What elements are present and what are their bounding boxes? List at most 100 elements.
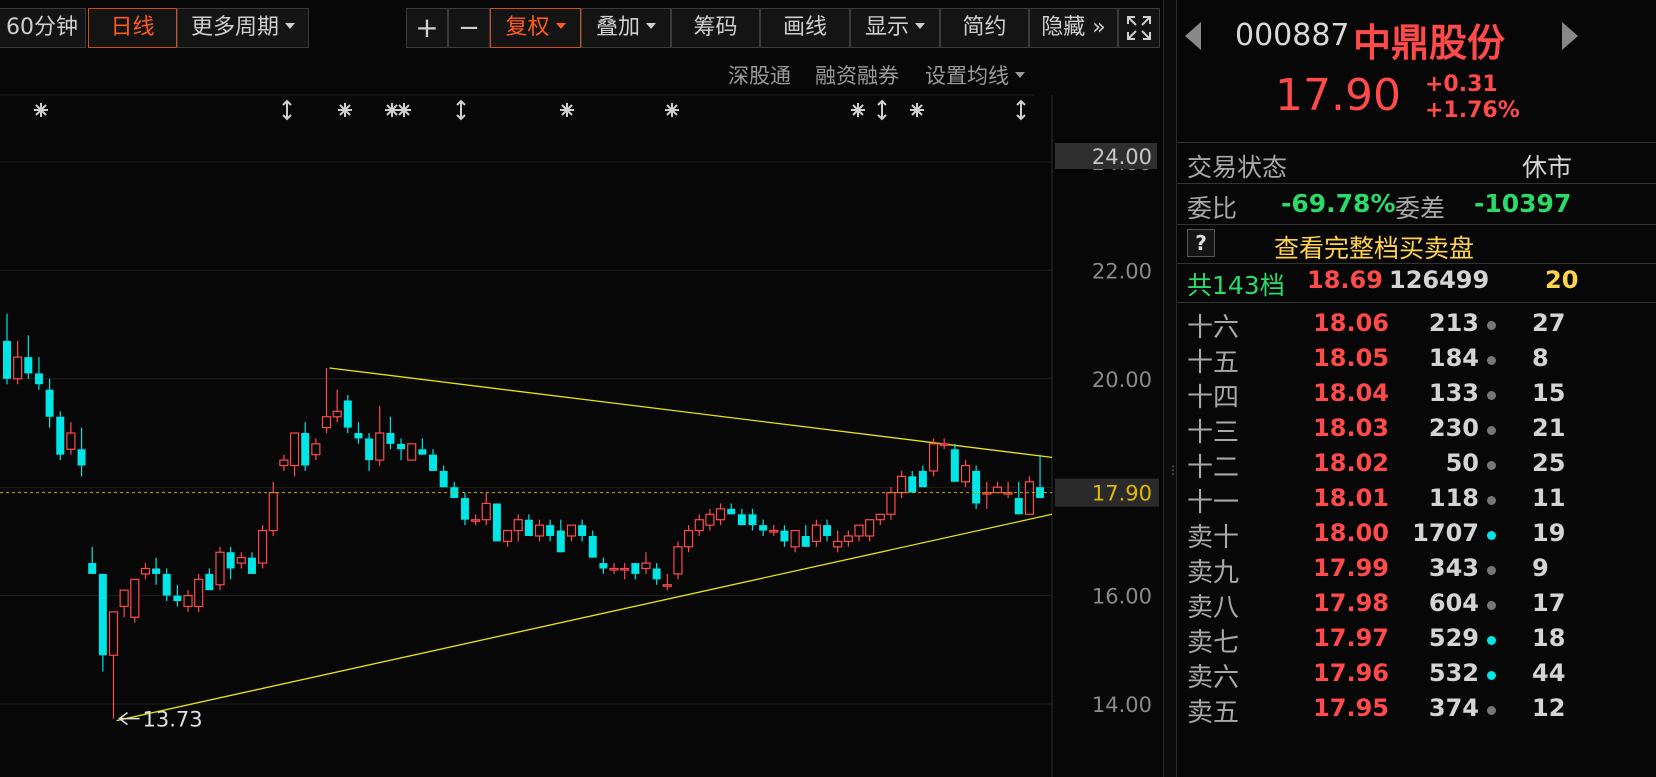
candle[interactable] [578,519,587,542]
candle[interactable] [439,465,448,488]
candle[interactable] [77,427,86,477]
candle[interactable] [865,519,875,542]
candle[interactable] [833,530,843,553]
candle[interactable] [34,357,43,390]
candle[interactable] [886,487,896,520]
order-book-row[interactable]: 卖十 18.00 1707 19 [1177,517,1656,553]
candle[interactable] [56,411,65,461]
candle[interactable] [620,563,630,580]
candle[interactable] [3,313,11,385]
candle[interactable] [875,513,885,526]
candle[interactable] [119,589,129,618]
candle[interactable] [683,525,694,553]
candle[interactable] [524,514,533,536]
candle[interactable] [1036,454,1045,499]
event-star-icon[interactable] [910,103,924,117]
candle[interactable] [450,481,459,499]
candle[interactable] [247,552,256,574]
candle[interactable] [98,573,107,672]
candle[interactable] [556,519,565,553]
candle[interactable] [321,367,332,433]
candle[interactable] [226,546,235,580]
candle[interactable] [823,519,832,542]
candlestick-chart[interactable]: 24.0022.0020.0016.0014.0024.0017.90 13.7… [0,0,1163,777]
event-star-icon[interactable] [385,103,399,117]
candle[interactable] [631,563,640,580]
candle[interactable] [301,422,310,471]
order-book-row[interactable]: 卖五 17.95 374 12 [1177,692,1656,728]
event-arrow-icon[interactable] [877,99,887,121]
candle[interactable] [311,438,321,461]
candle[interactable] [88,546,97,574]
candle[interactable] [748,508,757,531]
candle[interactable] [534,519,545,542]
candle[interactable] [609,563,619,574]
candle[interactable] [481,492,491,526]
candle[interactable] [429,449,437,471]
event-arrow-icon[interactable] [456,99,466,121]
candles[interactable] [3,313,1045,719]
next-stock-icon[interactable] [1562,22,1578,50]
candle[interactable] [397,438,406,461]
candle[interactable] [918,465,927,488]
event-arrow-icon[interactable] [1016,99,1026,121]
order-book-row[interactable]: 卖七 17.97 529 18 [1177,622,1656,658]
candle[interactable] [460,492,469,526]
prev-stock-icon[interactable] [1185,22,1201,50]
candle[interactable] [194,573,204,612]
full-order-book-link[interactable]: 查看完整档买卖盘 [1274,229,1474,265]
order-book-row[interactable]: 十三 18.03 230 21 [1177,412,1656,448]
candle[interactable] [258,525,268,569]
candle[interactable] [854,524,864,542]
order-book-row[interactable]: 卖八 17.98 604 17 [1177,587,1656,623]
candle[interactable] [972,465,981,509]
order-book-row[interactable]: 十六 18.06 213 27 [1177,307,1656,343]
candle[interactable] [354,422,363,444]
candle[interactable] [205,568,214,591]
candle[interactable] [992,481,1003,494]
candle[interactable] [332,389,342,423]
panel-divider[interactable]: ⋮⋮ [1163,0,1191,777]
candle[interactable] [780,525,789,547]
candle[interactable] [236,552,246,569]
order-book-row[interactable]: 卖九 17.99 343 9 [1177,552,1656,588]
event-star-icon[interactable] [851,103,865,117]
candle[interactable] [162,568,171,602]
candle[interactable] [673,541,683,580]
candle[interactable] [215,546,225,591]
candle[interactable] [268,481,278,536]
candle[interactable] [13,340,23,385]
help-button[interactable]: ? [1187,229,1215,257]
candle[interactable] [950,443,959,482]
candle[interactable] [811,519,822,547]
candle[interactable] [279,454,289,471]
candle[interactable] [471,514,481,526]
candle[interactable] [513,514,523,542]
order-book-row[interactable]: 十二 18.02 50 25 [1177,447,1656,483]
candle[interactable] [407,443,417,461]
candle[interactable] [599,557,608,574]
candle[interactable] [45,378,54,428]
candle[interactable] [173,584,182,607]
candle[interactable] [982,481,992,509]
candle[interactable] [130,578,140,623]
candle[interactable] [1024,476,1035,515]
drag-handle-icon[interactable]: ⋮⋮ [1167,460,1191,480]
candle[interactable] [152,557,161,585]
candle[interactable] [546,519,555,542]
candle[interactable] [1014,481,1023,515]
candle[interactable] [140,563,151,580]
candle[interactable] [843,530,853,547]
candle[interactable] [801,525,810,547]
candle[interactable] [418,438,427,455]
candle[interactable] [365,433,374,471]
candle[interactable] [694,514,704,536]
event-star-icon[interactable] [397,103,411,117]
candle[interactable] [908,470,917,493]
candle[interactable] [960,460,971,488]
candle[interactable] [502,529,513,547]
candle[interactable] [737,508,746,526]
candle[interactable] [343,395,352,433]
candle[interactable] [108,611,119,719]
candle[interactable] [588,530,597,558]
